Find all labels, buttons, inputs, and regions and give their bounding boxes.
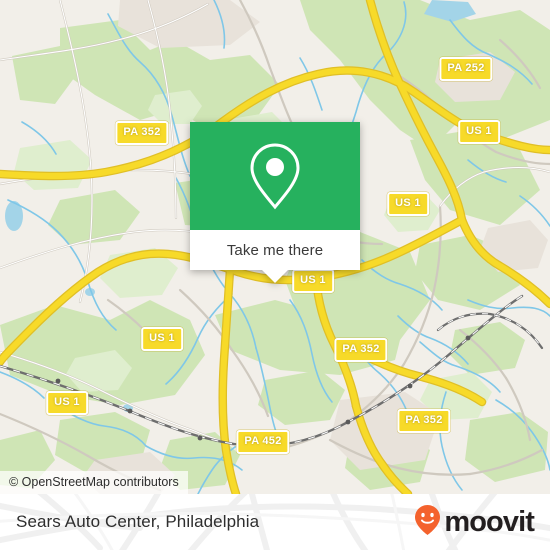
moovit-wordmark: moovit (444, 505, 535, 538)
map-pin-icon (248, 142, 302, 210)
moovit-smiley-pin-icon (414, 504, 441, 541)
road-shield: PA 352 (334, 338, 388, 362)
road-shield: US 1 (387, 192, 429, 216)
road-shield: PA 452 (236, 430, 290, 454)
location-popup[interactable]: Take me there (190, 122, 360, 283)
road-shield: US 1 (458, 120, 500, 144)
popup-tail (262, 270, 288, 283)
bottom-bar: Sears Auto Center, Philadelphia moovit (0, 494, 550, 550)
road-shield: PA 352 (115, 121, 169, 145)
moovit-brand[interactable]: moovit (414, 504, 535, 541)
map-attribution[interactable]: © OpenStreetMap contributors (0, 471, 188, 494)
popup-icon-panel (190, 122, 360, 230)
road-shield: PA 252 (439, 57, 493, 81)
road-shield: US 1 (292, 269, 334, 293)
popup-action-bar[interactable]: Take me there (190, 230, 360, 283)
take-me-there-label: Take me there (226, 241, 324, 259)
map-screenshot: PA 252 PA 352 US 1 US 1 US 1 US 1 PA 352… (0, 0, 550, 550)
road-shield: US 1 (46, 391, 88, 415)
road-shield: PA 352 (397, 409, 451, 433)
place-name: Sears Auto Center, Philadelphia (16, 512, 260, 531)
road-shield: US 1 (141, 327, 183, 351)
